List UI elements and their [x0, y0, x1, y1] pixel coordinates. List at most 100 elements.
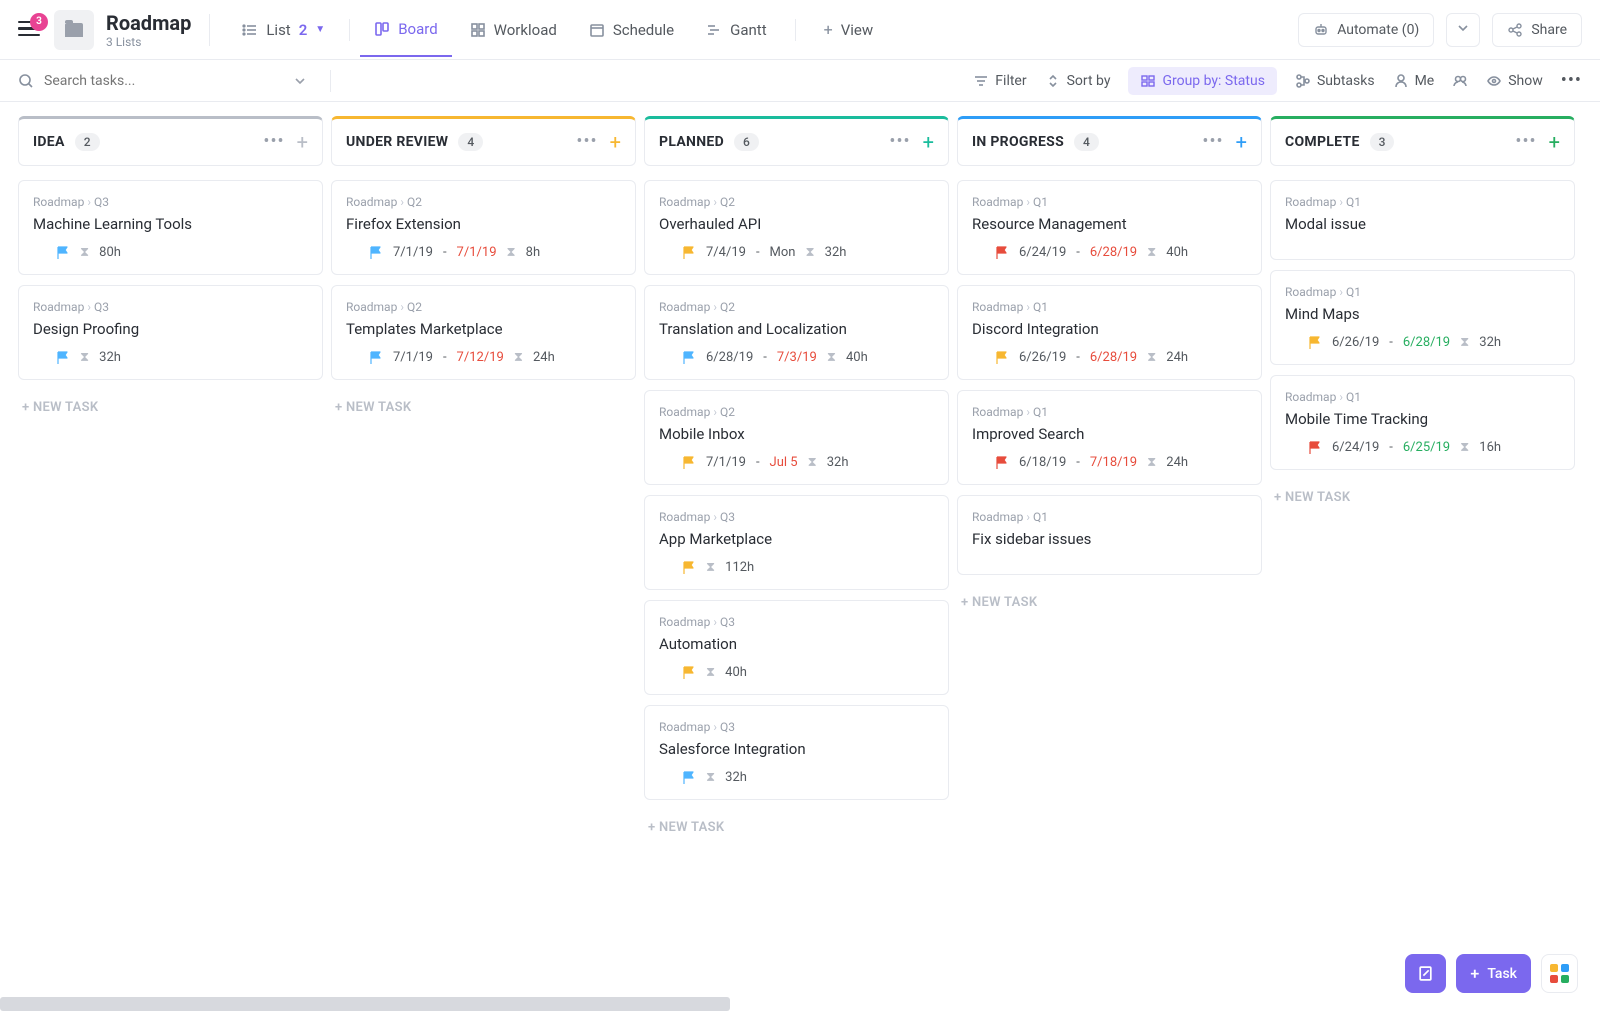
priority-flag-icon[interactable]: [1309, 441, 1322, 454]
start-date: 7/1/19: [393, 245, 433, 260]
gantt-icon: [706, 22, 722, 38]
group-by-button[interactable]: Group by: Status: [1128, 67, 1276, 95]
task-card[interactable]: Roadmap›Q3 Machine Learning Tools ⧗80h: [18, 180, 323, 275]
task-card[interactable]: Roadmap›Q1 Modal issue: [1270, 180, 1575, 260]
column-more-button[interactable]: •••: [263, 138, 284, 146]
column-count: 2: [75, 133, 100, 151]
task-card[interactable]: Roadmap›Q3 Design Proofing ⧗32h: [18, 285, 323, 380]
view-workload[interactable]: Workload: [456, 13, 571, 47]
automate-dropdown[interactable]: [1446, 13, 1480, 47]
priority-flag-icon[interactable]: [683, 246, 696, 259]
task-card[interactable]: Roadmap›Q2 Translation and Localization …: [644, 285, 949, 380]
sort-icon: [1045, 73, 1061, 89]
breadcrumb: Roadmap›Q1: [1285, 195, 1560, 209]
column-more-button[interactable]: •••: [889, 138, 910, 146]
me-button[interactable]: Me: [1393, 73, 1435, 89]
task-title: Mobile Inbox: [659, 425, 934, 443]
start-date: 7/1/19: [706, 455, 746, 470]
task-title: Automation: [659, 635, 934, 653]
due-date: 6/25/19: [1403, 440, 1450, 455]
view-gantt[interactable]: Gantt: [692, 13, 780, 47]
due-date: Mon: [770, 245, 796, 260]
column-header: UNDER REVIEW 4 ••• +: [331, 116, 636, 166]
priority-flag-icon[interactable]: [370, 246, 383, 259]
task-card[interactable]: Roadmap›Q1 Mind Maps 6/26/19-6/28/19⧗32h: [1270, 270, 1575, 365]
priority-flag-icon[interactable]: [683, 561, 696, 574]
new-task-button[interactable]: + NEW TASK: [331, 390, 636, 425]
task-card[interactable]: Roadmap›Q3 App Marketplace ⧗112h: [644, 495, 949, 590]
priority-flag-icon[interactable]: [683, 666, 696, 679]
priority-flag-icon[interactable]: [683, 351, 696, 364]
task-card[interactable]: Roadmap›Q3 Salesforce Integration ⧗32h: [644, 705, 949, 800]
task-title: Discord Integration: [972, 320, 1247, 338]
column-more-button[interactable]: •••: [1515, 138, 1536, 146]
task-title: Mind Maps: [1285, 305, 1560, 323]
chevron-down-icon[interactable]: [294, 75, 306, 87]
task-card[interactable]: Roadmap›Q2 Overhauled API 7/4/19-Mon⧗32h: [644, 180, 949, 275]
column-add-button[interactable]: +: [610, 135, 621, 149]
subtasks-button[interactable]: Subtasks: [1295, 73, 1375, 89]
more-button[interactable]: •••: [1561, 77, 1582, 85]
column-add-button[interactable]: +: [1549, 135, 1560, 149]
column-add-button[interactable]: +: [923, 135, 934, 149]
column-more-button[interactable]: •••: [576, 138, 597, 146]
priority-flag-icon[interactable]: [683, 771, 696, 784]
view-list[interactable]: List 2 ▼: [228, 13, 339, 47]
column-header: IN PROGRESS 4 ••• +: [957, 116, 1262, 166]
chevron-down-icon: [1457, 22, 1469, 34]
priority-flag-icon[interactable]: [57, 246, 70, 259]
task-card[interactable]: Roadmap›Q1 Improved Search 6/18/19-7/18/…: [957, 390, 1262, 485]
priority-flag-icon[interactable]: [370, 351, 383, 364]
menu-toggle[interactable]: 3: [18, 21, 40, 39]
folder-icon[interactable]: [54, 10, 94, 50]
task-card[interactable]: Roadmap›Q2 Firefox Extension 7/1/19-7/1/…: [331, 180, 636, 275]
task-card[interactable]: Roadmap›Q1 Mobile Time Tracking 6/24/19-…: [1270, 375, 1575, 470]
task-card[interactable]: Roadmap›Q3 Automation ⧗40h: [644, 600, 949, 695]
filter-button[interactable]: Filter: [973, 73, 1026, 89]
person-icon: [1393, 73, 1409, 89]
sort-button[interactable]: Sort by: [1045, 73, 1111, 89]
view-board[interactable]: Board: [360, 2, 451, 57]
assignees-button[interactable]: [1452, 73, 1468, 89]
new-task-button[interactable]: + NEW TASK: [644, 810, 949, 845]
scrollbar-thumb[interactable]: [0, 997, 730, 1011]
search-input[interactable]: [44, 73, 224, 89]
column-planned: PLANNED 6 ••• + Roadmap›Q2 Overhauled AP…: [644, 116, 949, 979]
column-in-progress: IN PROGRESS 4 ••• + Roadmap›Q1 Resource …: [957, 116, 1262, 979]
share-button[interactable]: Share: [1492, 13, 1582, 47]
workload-icon: [470, 22, 486, 38]
time-estimate: 80h: [99, 245, 121, 260]
column-add-button[interactable]: +: [1236, 135, 1247, 149]
start-date: 6/26/19: [1332, 335, 1379, 350]
column-more-button[interactable]: •••: [1202, 138, 1223, 146]
apps-fab[interactable]: [1541, 954, 1578, 993]
view-schedule[interactable]: Schedule: [575, 13, 688, 47]
priority-flag-icon[interactable]: [1309, 336, 1322, 349]
priority-flag-icon[interactable]: [683, 456, 696, 469]
priority-flag-icon[interactable]: [57, 351, 70, 364]
new-task-fab[interactable]: + Task: [1456, 954, 1531, 993]
column-under-review: UNDER REVIEW 4 ••• + Roadmap›Q2 Firefox …: [331, 116, 636, 979]
new-task-button[interactable]: + NEW TASK: [957, 585, 1262, 620]
column-add-button[interactable]: +: [297, 135, 308, 149]
priority-flag-icon[interactable]: [996, 456, 1009, 469]
time-estimate: 32h: [825, 245, 847, 260]
time-estimate: 24h: [1166, 350, 1188, 365]
show-button[interactable]: Show: [1486, 73, 1543, 89]
priority-flag-icon[interactable]: [996, 246, 1009, 259]
notepad-fab[interactable]: [1405, 954, 1446, 993]
task-title: Machine Learning Tools: [33, 215, 308, 233]
task-title: Design Proofing: [33, 320, 308, 338]
add-view[interactable]: + View: [810, 12, 888, 47]
new-task-button[interactable]: + NEW TASK: [1270, 480, 1575, 515]
notepad-icon: [1417, 965, 1434, 982]
new-task-button[interactable]: + NEW TASK: [18, 390, 323, 425]
task-card[interactable]: Roadmap›Q2 Mobile Inbox 7/1/19-Jul 5⧗32h: [644, 390, 949, 485]
task-card[interactable]: Roadmap›Q2 Templates Marketplace 7/1/19-…: [331, 285, 636, 380]
priority-flag-icon[interactable]: [996, 351, 1009, 364]
task-card[interactable]: Roadmap›Q1 Fix sidebar issues: [957, 495, 1262, 575]
task-card[interactable]: Roadmap›Q1 Resource Management 6/24/19-6…: [957, 180, 1262, 275]
breadcrumb: Roadmap›Q3: [659, 510, 934, 524]
automate-button[interactable]: Automate (0): [1298, 13, 1434, 47]
task-card[interactable]: Roadmap›Q1 Discord Integration 6/26/19-6…: [957, 285, 1262, 380]
